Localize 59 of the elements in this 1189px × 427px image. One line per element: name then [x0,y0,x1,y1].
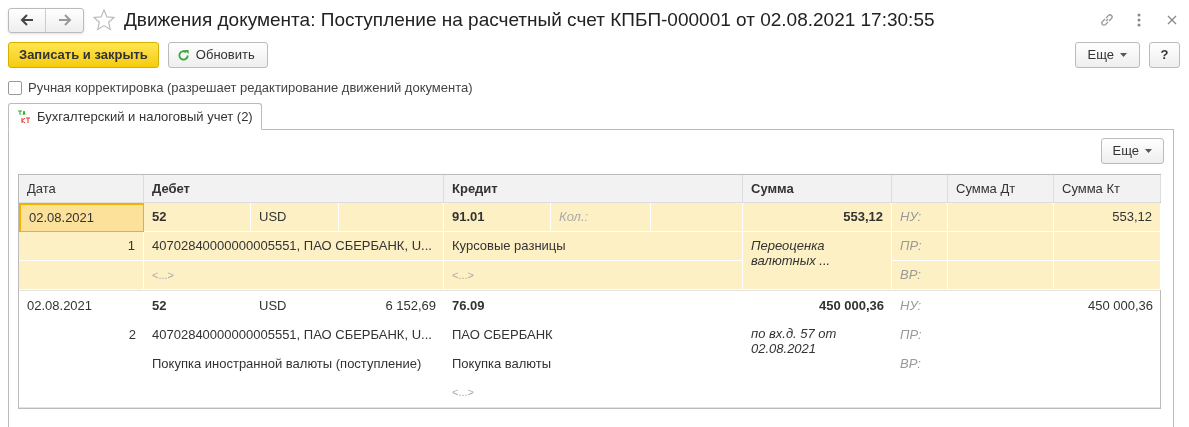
caret-icon [1120,53,1127,57]
subconto-value: 40702840000000005551, ПАО СБЕРБАНК, U... [151,325,433,344]
forward-arrow-icon [57,14,72,26]
column-header[interactable]: Дебет [144,175,444,202]
subconto-value: 40702840000000005551, ПАО СБЕРБАНК, U... [144,232,444,261]
date-cell-text: 02.08.2021 [26,296,94,315]
close-icon[interactable] [1167,15,1177,25]
currency-code: USD [258,296,288,315]
tax-type-label: ПР: [892,232,948,261]
subconto-value: Покупка иностранной валюты (поступление) [151,354,423,373]
tax-type-label: НУ: [899,296,923,315]
refresh-button[interactable]: Обновить [167,42,268,68]
subconto-value: <...> [451,385,476,401]
help-button[interactable]: ? [1149,42,1180,68]
subconto-value: <...> [144,261,444,290]
debit-credit-icon [17,109,31,124]
subconto-value: <...> [444,261,743,290]
currency-code: USD [251,203,339,232]
entry-note: по вх.д. 57 от 02.08.2021 [750,325,838,358]
table-more-button[interactable]: Еще [1100,138,1164,164]
column-header[interactable]: Сумма [743,175,892,202]
account-number: 52 [151,296,168,315]
checkbox[interactable] [8,81,22,95]
record-row[interactable]: 02.08.2021 1 52 USD 40702840000000005551, ПАО СБЕРБАНК, U... <...> 91.01 Кол.: Курсовые разницы <...> 553,12 Переоценка валютных ... НУ: ПР: ВР: 553,12 [19,203,1160,291]
subconto-value: Покупка валюты [451,354,553,373]
sum-credit: 553,12 [1054,203,1161,232]
tax-type-label: НУ: [892,203,948,232]
tax-type-label: ПР: [899,325,923,344]
subconto-value: ПАО СБЕРБАНК [451,325,554,344]
refresh-icon [176,48,190,62]
tax-type-label: ВР: [899,354,922,373]
sum-credit: 450 000,36 [1086,296,1154,315]
date-cell: 02.08.2021 [19,203,144,232]
star-icon[interactable] [92,8,116,32]
column-header[interactable]: Сумма Дт [948,175,1054,202]
checkbox-label: Ручная корректировка (разрешает редактирование движений документа) [28,79,473,98]
tax-type-label: ВР: [892,261,948,290]
save-and-close-button[interactable]: Записать и закрыть [8,42,159,68]
account-number: 91.01 [444,203,551,232]
caret-icon [1145,149,1152,153]
more-options-icon[interactable] [1137,13,1141,27]
entry-note: Переоценка валютных ... [743,232,892,290]
column-header[interactable]: Сумма Кт [1054,175,1161,202]
row-number: 2 [127,325,137,344]
more-button[interactable]: Еще [1074,42,1140,68]
sum-cell: 553,12 [743,203,892,232]
tab[interactable]: Бухгалтерский и налоговый учет (2) [8,103,262,130]
quantity-label: Кол.: [551,203,651,232]
currency-amount: 6 152,69 [384,296,437,315]
column-header[interactable]: Дата [19,175,144,202]
back-arrow-icon [20,14,34,26]
link-icon[interactable] [1099,12,1115,28]
column-header[interactable]: Кредит [444,175,743,202]
account-number: 52 [144,203,251,232]
window-title: Движения документа: Поступление на расчетный счет КПБП-000001 от 02.08.2021 17:30:55 [124,7,935,32]
sum-cell-text: 450 000,36 [817,296,885,315]
subconto-value: Курсовые разницы [444,232,743,261]
row-number: 1 [19,232,144,261]
account-number: 76.09 [451,296,486,315]
